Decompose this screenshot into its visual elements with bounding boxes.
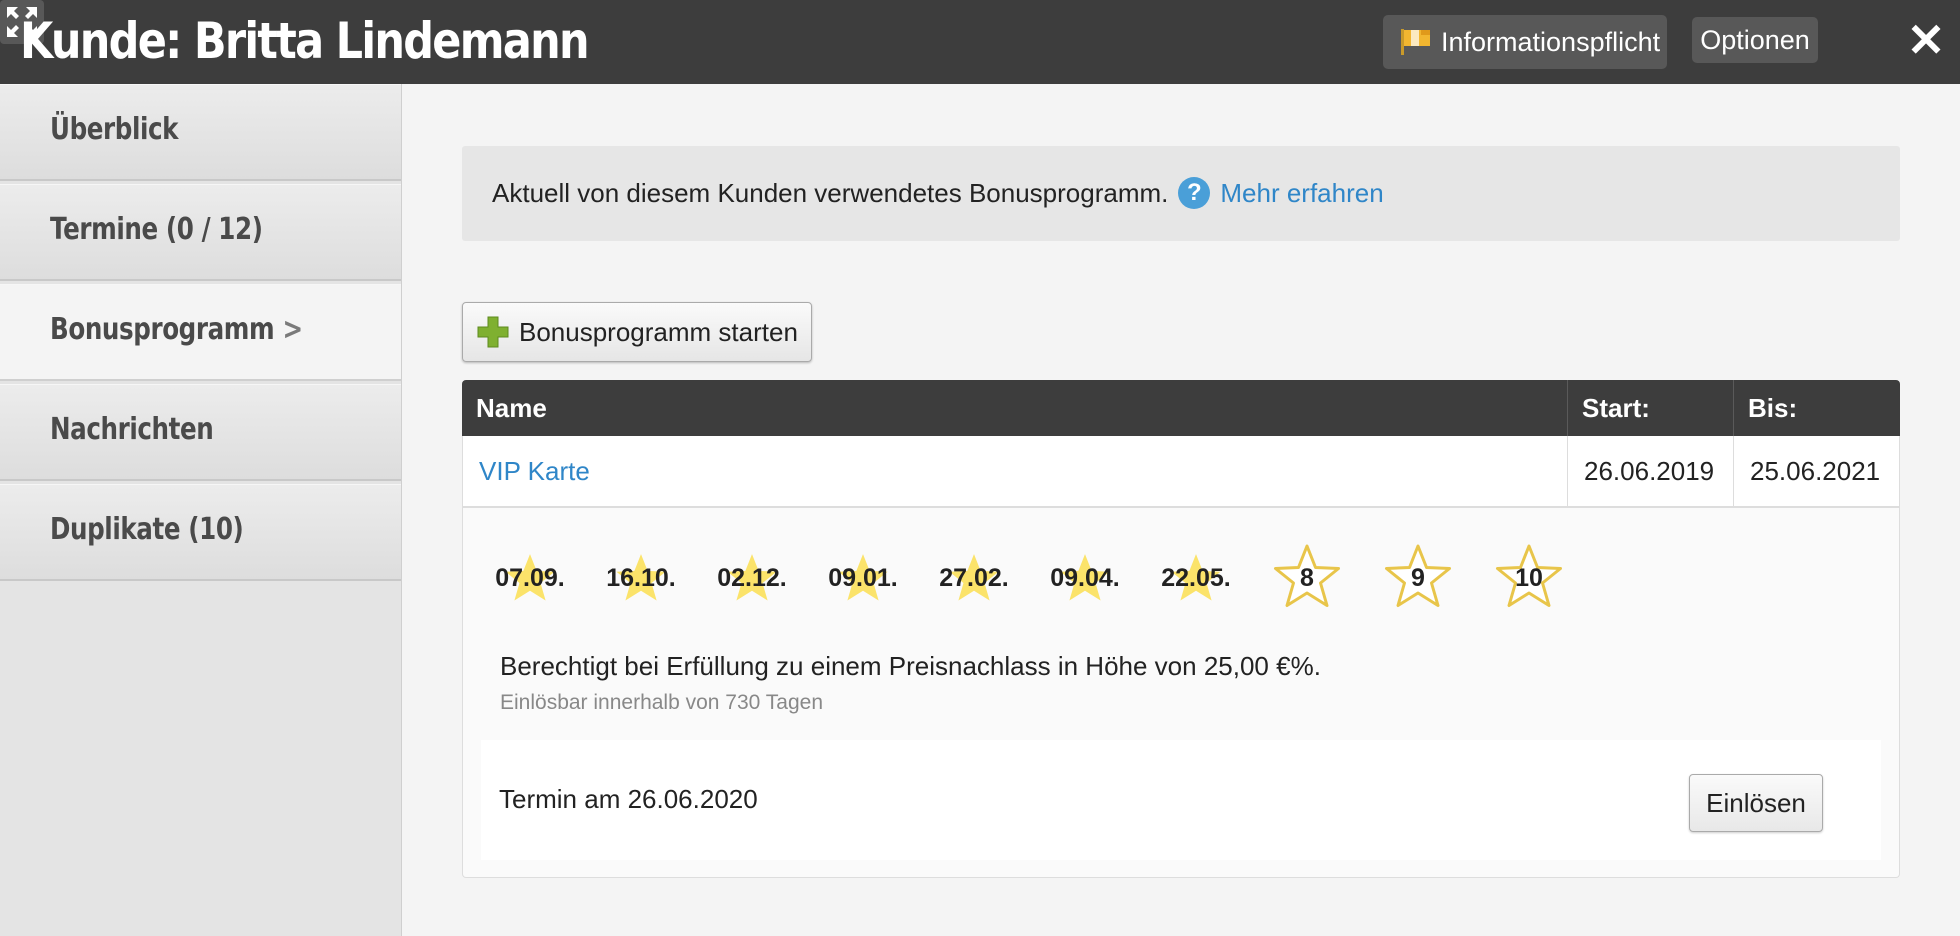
stamp-collected: 09.01. [828,543,898,613]
column-header-start: Start: [1567,380,1733,436]
stamp-collected: 07.09. [495,543,565,613]
stamp-label: 09.04. [1050,564,1120,592]
stamp-label: 02.12. [717,564,787,592]
stamp-label: 22.05. [1161,564,1231,592]
options-button[interactable]: Optionen [1692,17,1818,63]
redeem-button[interactable]: Einlösen [1689,774,1823,832]
chevron-right-icon: > [282,312,303,347]
sidebar-item-label: Termine (0 / 12) [50,212,263,247]
start-bonus-program-label: Bonusprogramm starten [519,316,798,347]
appointment-box: Termin am 26.06.2020 Einlösen [481,740,1881,860]
window-header: Kunde: Britta Lindemann Informationspfli… [0,0,1960,84]
column-header-end: Bis: [1733,380,1900,436]
stamp-label: 27.02. [939,564,1009,592]
stamp-label: 07.09. [495,564,565,592]
sidebar-item-overview[interactable]: Überblick [0,84,401,181]
stamp-empty: 10 [1494,543,1564,613]
end-date: 25.06.2021 [1733,436,1899,506]
table-header: Name Start: Bis: [462,380,1900,436]
stamp-label: 16.10. [606,564,676,592]
plus-icon [477,316,509,348]
sidebar-item-appointments[interactable]: Termine (0 / 12) [0,184,401,281]
stamp-collected: 22.05. [1161,543,1231,613]
redeemable-note: Einlösbar innerhalb von 730 Tagen [500,691,824,714]
sidebar: Überblick Termine (0 / 12) Bonusprogramm… [0,84,402,936]
window-title: Kunde: Britta Lindemann [20,12,590,70]
start-bonus-program-button[interactable]: Bonusprogramm starten [462,302,812,362]
sidebar-item-messages[interactable]: Nachrichten [0,384,401,481]
information-duty-label: Informationspflicht [1441,26,1661,57]
close-icon[interactable]: ✕ [1906,16,1946,64]
sidebar-item-label: Duplikate (10) [50,512,244,547]
stamp-empty: 9 [1383,543,1453,613]
sidebar-item-label: Bonusprogramm > [50,312,303,347]
stamp-collected: 27.02. [939,543,1009,613]
help-icon[interactable]: ? [1178,177,1211,209]
table-row: VIP Karte 26.06.2019 25.06.2021 [462,436,1900,508]
column-header-name: Name [476,393,547,423]
stamp-empty: 8 [1272,543,1342,613]
stamp-label: 09.01. [828,564,898,592]
sidebar-item-duplicates[interactable]: Duplikate (10) [0,484,401,581]
sidebar-item-bonus-program[interactable]: Bonusprogramm > [0,284,401,381]
stamp-collected: 09.04. [1050,543,1120,613]
info-text: Aktuell von diesem Kunden verwendetes Bo… [492,177,1169,208]
stamp-label: 8 [1300,564,1314,592]
start-date: 26.06.2019 [1567,436,1733,506]
program-name-link[interactable]: VIP Karte [463,436,1567,506]
stamp-label: 10 [1515,564,1543,592]
sidebar-item-label: Nachrichten [50,412,214,447]
information-duty-button[interactable]: Informationspflicht [1383,15,1667,69]
stamp-card: 07.09. 16.10. 02.12. 09.01. 27.02. 09.04. 22.0… [462,508,1900,878]
stamp-collected: 16.10. [606,543,676,613]
appointment-text: Termin am 26.06.2020 [499,784,758,814]
reward-text: Berechtigt bei Erfüllung zu einem Preisn… [500,651,1321,681]
info-box: Aktuell von diesem Kunden verwendetes Bo… [462,146,1900,241]
stamp-collected: 02.12. [717,543,787,613]
sidebar-item-label: Überblick [50,112,179,147]
flag-icon [1401,29,1430,55]
stamp-label: 9 [1411,564,1425,592]
learn-more-link[interactable]: Mehr erfahren [1220,178,1383,209]
